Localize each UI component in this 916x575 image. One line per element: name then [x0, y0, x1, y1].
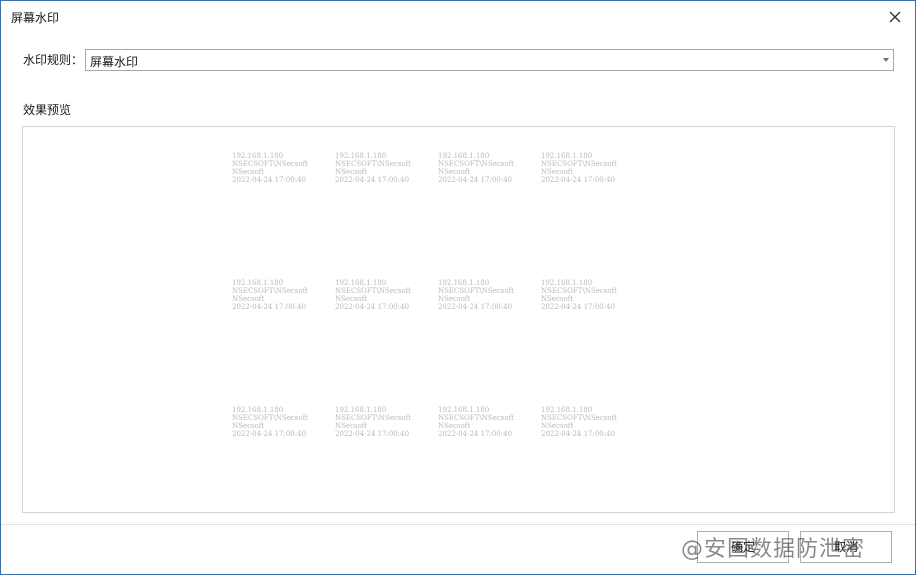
watermark-tile: 192.168.1.180 NSECSOFT\NSecsoft NSecsoft…: [335, 406, 431, 438]
watermark-name: NSecsoft: [438, 168, 471, 176]
watermark-datetime: 2022-04-24 17:00:40: [438, 430, 513, 438]
watermark-ip: 192.168.1.180: [335, 406, 387, 414]
watermark-tile: 192.168.1.180 NSECSOFT\NSecsoft NSecsoft…: [335, 279, 431, 311]
watermark-tile: 192.168.1.180 NSECSOFT\NSecsoft NSecsoft…: [232, 279, 328, 311]
ok-button[interactable]: 确定: [697, 531, 789, 563]
watermark-datetime: 2022-04-24 17:00:40: [232, 430, 307, 438]
watermark-user: NSECSOFT\NSecsoft: [232, 287, 308, 295]
rule-select[interactable]: 屏幕水印: [85, 49, 894, 71]
watermark-ip: 192.168.1.180: [335, 152, 387, 160]
preview-label: 效果预览: [23, 103, 72, 117]
watermark-user: NSECSOFT\NSecsoft: [232, 414, 308, 422]
watermark-datetime: 2022-04-24 17:00:40: [335, 303, 410, 311]
watermark-datetime: 2022-04-24 17:00:40: [232, 303, 307, 311]
close-button[interactable]: [885, 7, 905, 27]
watermark-ip: 192.168.1.180: [541, 279, 593, 287]
watermark-name: NSecsoft: [335, 168, 368, 176]
watermark-user: NSECSOFT\NSecsoft: [335, 160, 411, 168]
watermark-name: NSecsoft: [232, 295, 265, 303]
watermark-datetime: 2022-04-24 17:00:40: [232, 176, 307, 184]
watermark-name: NSecsoft: [232, 422, 265, 430]
watermark-datetime: 2022-04-24 17:00:40: [541, 303, 616, 311]
watermark-name: NSecsoft: [541, 422, 574, 430]
watermark-ip: 192.168.1.180: [232, 406, 284, 414]
cancel-button[interactable]: 取消: [800, 531, 892, 563]
watermark-user: NSECSOFT\NSecsoft: [335, 414, 411, 422]
watermark-tile: 192.168.1.180 NSECSOFT\NSecsoft NSecsoft…: [438, 279, 534, 311]
watermark-user: NSECSOFT\NSecsoft: [335, 287, 411, 295]
rule-label: 水印规则：: [23, 53, 84, 67]
watermark-ip: 192.168.1.180: [438, 279, 490, 287]
watermark-name: NSecsoft: [541, 295, 574, 303]
watermark-ip: 192.168.1.180: [541, 152, 593, 160]
watermark-name: NSecsoft: [335, 295, 368, 303]
watermark-tile: 192.168.1.180 NSECSOFT\NSecsoft NSecsoft…: [541, 152, 637, 184]
watermark-datetime: 2022-04-24 17:00:40: [438, 303, 513, 311]
watermark-dialog: 屏幕水印 水印规则： 屏幕水印 效果预览 192.168.1.180 NSECS…: [0, 0, 916, 575]
watermark-tile: 192.168.1.180 NSECSOFT\NSecsoft NSecsoft…: [232, 406, 328, 438]
watermark-datetime: 2022-04-24 17:00:40: [541, 176, 616, 184]
title-bar: 屏幕水印: [1, 1, 915, 33]
watermark-user: NSECSOFT\NSecsoft: [438, 160, 514, 168]
watermark-user: NSECSOFT\NSecsoft: [232, 160, 308, 168]
watermark-name: NSecsoft: [438, 295, 471, 303]
watermark-datetime: 2022-04-24 17:00:40: [541, 430, 616, 438]
watermark-ip: 192.168.1.180: [438, 152, 490, 160]
watermark-name: NSecsoft: [232, 168, 265, 176]
watermark-ip: 192.168.1.180: [541, 406, 593, 414]
watermark-name: NSecsoft: [541, 168, 574, 176]
watermark-tile: 192.168.1.180 NSECSOFT\NSecsoft NSecsoft…: [232, 152, 328, 184]
rule-select-value: 屏幕水印: [90, 55, 139, 69]
watermark-ip: 192.168.1.180: [232, 279, 284, 287]
watermark-user: NSECSOFT\NSecsoft: [438, 287, 514, 295]
watermark-ip: 192.168.1.180: [232, 152, 284, 160]
watermark-user: NSECSOFT\NSecsoft: [541, 160, 617, 168]
watermark-user: NSECSOFT\NSecsoft: [438, 414, 514, 422]
watermark-user: NSECSOFT\NSecsoft: [541, 287, 617, 295]
close-icon: [889, 11, 901, 23]
watermark-ip: 192.168.1.180: [438, 406, 490, 414]
watermark-ip: 192.168.1.180: [335, 279, 387, 287]
watermark-user: NSECSOFT\NSecsoft: [541, 414, 617, 422]
watermark-tile: 192.168.1.180 NSECSOFT\NSecsoft NSecsoft…: [438, 152, 534, 184]
chevron-down-icon: [883, 58, 889, 62]
preview-area: 192.168.1.180 NSECSOFT\NSecsoft NSecsoft…: [22, 126, 895, 513]
window-title: 屏幕水印: [11, 11, 60, 25]
watermark-tile: 192.168.1.180 NSECSOFT\NSecsoft NSecsoft…: [541, 406, 637, 438]
footer-divider: [1, 524, 915, 525]
watermark-datetime: 2022-04-24 17:00:40: [335, 430, 410, 438]
watermark-name: NSecsoft: [438, 422, 471, 430]
watermark-tile: 192.168.1.180 NSECSOFT\NSecsoft NSecsoft…: [438, 406, 534, 438]
watermark-datetime: 2022-04-24 17:00:40: [438, 176, 513, 184]
watermark-name: NSecsoft: [335, 422, 368, 430]
watermark-tile: 192.168.1.180 NSECSOFT\NSecsoft NSecsoft…: [335, 152, 431, 184]
watermark-tile: 192.168.1.180 NSECSOFT\NSecsoft NSecsoft…: [541, 279, 637, 311]
watermark-datetime: 2022-04-24 17:00:40: [335, 176, 410, 184]
